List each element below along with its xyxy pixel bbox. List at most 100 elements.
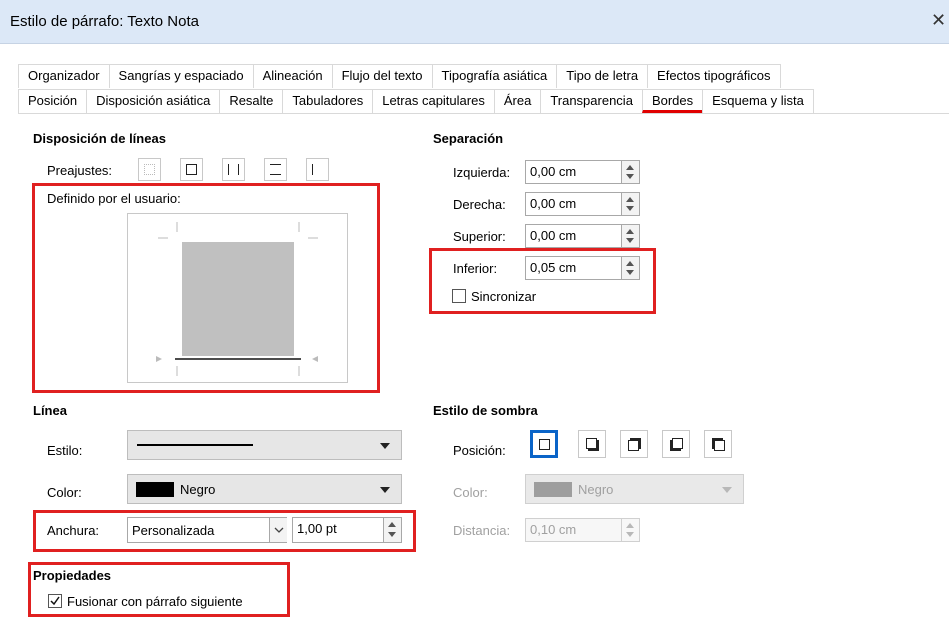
shadow-heading: Estilo de sombra	[433, 403, 538, 418]
border-preview-icon	[156, 222, 318, 376]
tab-posicion[interactable]: Posición	[18, 89, 88, 113]
shadow-none-button[interactable]	[530, 430, 558, 458]
chevron-down-icon	[380, 443, 390, 449]
chevron-down-icon	[380, 487, 390, 493]
tab-organizador[interactable]: Organizador	[18, 64, 110, 88]
tab-resalte[interactable]: Resalte	[219, 89, 284, 113]
shadow-bottom-left-button[interactable]	[662, 430, 690, 458]
window-title: Estilo de párrafo: Texto Nota	[10, 13, 199, 30]
preset-box-button[interactable]	[180, 158, 203, 181]
preset-none-button[interactable]	[138, 158, 161, 181]
shadow-top-left-button[interactable]	[704, 430, 732, 458]
padding-bottom-label: Inferior:	[453, 261, 498, 276]
spin-up-icon	[626, 197, 634, 202]
padding-top-label: Superior:	[453, 229, 506, 244]
close-icon[interactable]: ✕	[931, 10, 946, 31]
line-arrangement-heading: Disposición de líneas	[33, 131, 166, 146]
tab-alineacion[interactable]: Alineación	[252, 64, 333, 88]
checkmark-icon	[50, 596, 60, 606]
tab-esquema-lista[interactable]: Esquema y lista	[702, 89, 814, 113]
border-preview-area[interactable]	[127, 213, 348, 383]
chevron-down-icon[interactable]	[269, 518, 287, 542]
tab-sangrias[interactable]: Sangrías y espaciado	[108, 64, 254, 88]
preset-left-right-button[interactable]	[222, 158, 245, 181]
spin-up-icon	[626, 229, 634, 234]
padding-bottom-spinner[interactable]: 0,05 cm	[525, 256, 640, 280]
line-color-value: Negro	[180, 482, 216, 497]
tab-area[interactable]: Área	[493, 89, 542, 113]
tab-tipografia-asiatica[interactable]: Tipografía asiática	[431, 64, 558, 88]
line-width-label: Anchura:	[47, 523, 100, 538]
spin-down-icon	[626, 206, 634, 211]
spin-down-icon	[626, 238, 634, 243]
border-left-icon	[312, 164, 323, 175]
tab-flujo-texto[interactable]: Flujo del texto	[331, 64, 433, 88]
padding-heading: Separación	[433, 131, 504, 146]
padding-left-label: Izquierda:	[453, 165, 511, 180]
spin-down-icon	[388, 532, 396, 537]
spin-buttons	[621, 519, 639, 541]
tab-row-2: Posición Disposición asiática Resalte Ta…	[18, 89, 949, 113]
tab-transparencia[interactable]: Transparencia	[540, 89, 643, 113]
width-preset-select[interactable]: Personalizada	[127, 517, 287, 543]
merge-label: Fusionar con párrafo siguiente	[67, 594, 243, 609]
line-color-dropdown[interactable]: Negro	[127, 474, 402, 504]
shadow-distance-label: Distancia:	[453, 523, 511, 538]
padding-top-spinner[interactable]: 0,00 cm	[525, 224, 640, 248]
spin-buttons[interactable]	[383, 518, 401, 542]
shadow-top-right-button[interactable]	[620, 430, 648, 458]
spin-down-icon	[626, 532, 634, 537]
spin-up-icon	[388, 522, 396, 527]
shadow-position-label: Posición:	[453, 443, 506, 458]
border-top-bottom-icon	[270, 164, 281, 175]
color-swatch	[136, 482, 174, 497]
spin-down-icon	[626, 270, 634, 275]
tab-tabuladores[interactable]: Tabuladores	[282, 89, 374, 113]
chevron-down-icon	[722, 487, 732, 493]
shadow-bottom-right-icon	[586, 438, 597, 449]
spin-up-icon	[626, 261, 634, 266]
preset-top-bottom-button[interactable]	[264, 158, 287, 181]
line-style-dropdown[interactable]	[127, 430, 402, 460]
spin-buttons[interactable]	[621, 161, 639, 183]
padding-right-spinner[interactable]: 0,00 cm	[525, 192, 640, 216]
spin-up-icon	[626, 523, 634, 528]
shadow-bottom-left-icon	[672, 438, 683, 449]
border-left-right-icon	[228, 164, 239, 175]
shadow-color-label: Color:	[453, 485, 488, 500]
user-defined-label: Definido por el usuario:	[47, 191, 181, 206]
presets-label: Preajustes:	[47, 163, 113, 178]
tab-row-1: Organizador Sangrías y espaciado Alineac…	[18, 64, 949, 88]
preset-left-button[interactable]	[306, 158, 329, 181]
shadow-color-value: Negro	[578, 482, 614, 497]
color-swatch	[534, 482, 572, 497]
sync-label: Sincronizar	[471, 289, 537, 304]
shadow-distance-spinner: 0,10 cm	[525, 518, 640, 542]
line-heading: Línea	[33, 403, 67, 418]
tab-bordes[interactable]: Bordes	[641, 89, 704, 113]
spin-up-icon	[626, 165, 634, 170]
border-none-icon	[144, 164, 155, 175]
tab-tipo-letra[interactable]: Tipo de letra	[556, 64, 649, 88]
line-width-spinner[interactable]: 1,00 pt	[292, 517, 402, 543]
padding-left-spinner[interactable]: 0,00 cm	[525, 160, 640, 184]
shadow-top-left-icon	[714, 440, 725, 451]
shadow-color-dropdown: Negro	[525, 474, 744, 504]
properties-heading: Propiedades	[33, 568, 112, 583]
spin-buttons[interactable]	[621, 257, 639, 279]
shadow-top-right-icon	[628, 440, 639, 451]
tab-disposicion-asiatica[interactable]: Disposición asiática	[86, 89, 221, 113]
shadow-bottom-right-button[interactable]	[578, 430, 606, 458]
spin-down-icon	[626, 174, 634, 179]
border-box-icon	[186, 164, 197, 175]
spin-buttons[interactable]	[621, 193, 639, 215]
sync-checkbox[interactable]	[452, 289, 466, 303]
spin-buttons[interactable]	[621, 225, 639, 247]
tab-efectos-tipograficos[interactable]: Efectos tipográficos	[647, 64, 781, 88]
merge-checkbox[interactable]	[48, 594, 62, 608]
solid-line-sample	[137, 444, 253, 446]
tab-letras-capitulares[interactable]: Letras capitulares	[372, 89, 495, 113]
line-style-label: Estilo:	[47, 443, 83, 458]
line-color-label: Color:	[47, 485, 82, 500]
padding-right-label: Derecha:	[453, 197, 506, 212]
